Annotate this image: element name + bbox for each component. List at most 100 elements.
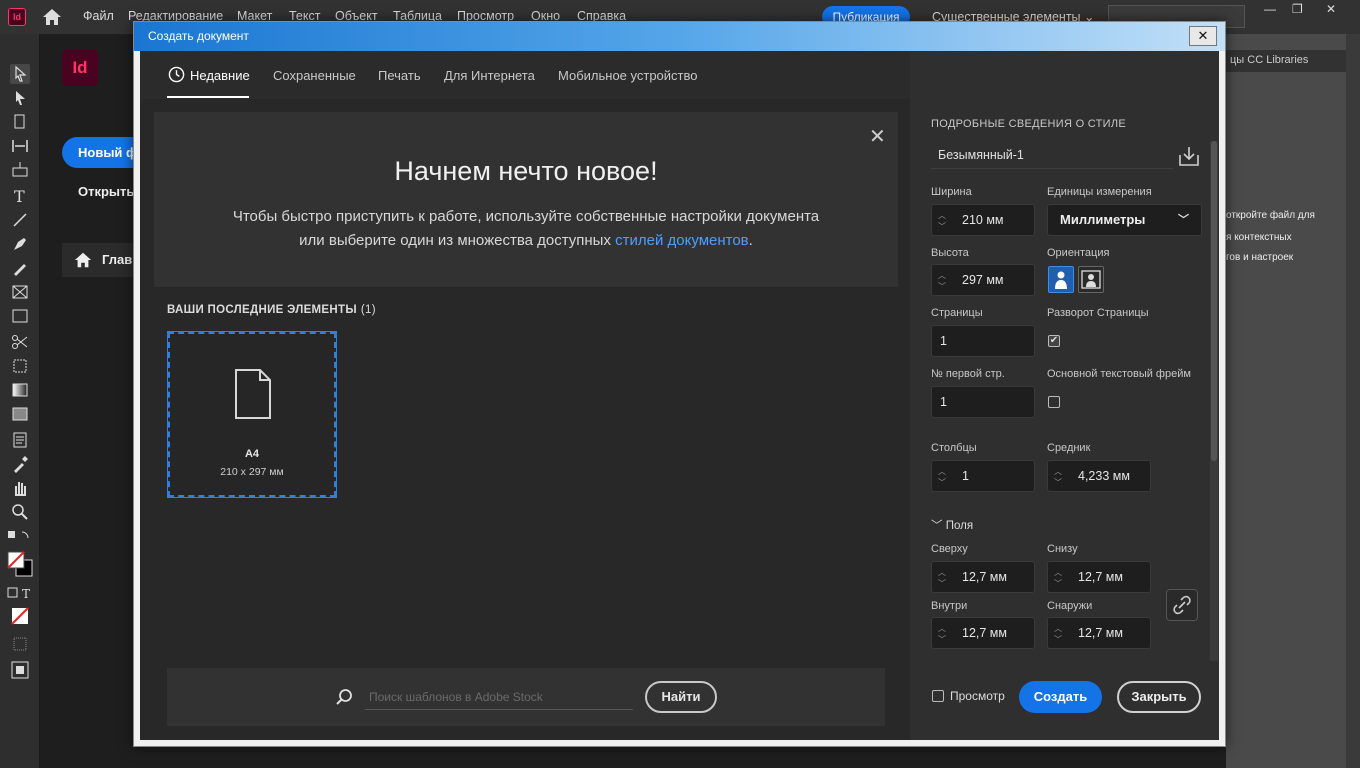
panel-tabs-label: цы CC Libraries (1230, 54, 1309, 66)
new-file-button[interactable]: Новый ф (62, 137, 142, 168)
start-page-field[interactable]: 1 (931, 386, 1035, 418)
svg-text:T: T (22, 587, 30, 601)
tab-web[interactable]: Для Интернета (444, 68, 535, 83)
stock-search-input[interactable] (365, 684, 633, 710)
landscape-orientation-button[interactable] (1078, 266, 1104, 293)
margin-outside-field[interactable]: ︿ ﹀ 12,7 мм (1047, 617, 1151, 649)
rectangle-tool-icon[interactable] (10, 306, 30, 326)
margin-inside-field[interactable]: ︿ ﹀ 12,7 мм (931, 617, 1035, 649)
facing-pages-checkbox[interactable]: ✔ (1048, 335, 1060, 347)
gap-tool-icon[interactable] (10, 136, 30, 156)
spin-arrows-icon[interactable]: ︿ ﹀ (937, 270, 947, 292)
units-select[interactable]: Миллиметры ﹀ (1047, 204, 1202, 236)
preview-mode-icon[interactable] (10, 660, 30, 680)
app-logo-small: Id (8, 8, 26, 26)
content-collector-icon[interactable] (10, 160, 30, 180)
height-field[interactable]: ︿ ﹀ 297 мм (931, 264, 1035, 296)
dialog-close-button[interactable]: ✕ (1189, 26, 1217, 46)
pages-field[interactable]: 1 (931, 325, 1035, 357)
screen-mode-icon[interactable] (10, 634, 30, 654)
document-presets-link[interactable]: стилей документов (615, 232, 749, 249)
spin-arrows-icon[interactable]: ︿ ﹀ (937, 567, 947, 589)
note-tool-icon[interactable] (10, 430, 30, 450)
free-transform-tool-icon[interactable] (10, 356, 30, 376)
maximize-button[interactable]: ❐ (1292, 2, 1303, 16)
formatting-container-icon[interactable]: T (7, 584, 33, 604)
gutter-field[interactable]: ︿ ﹀ 4,233 мм (1047, 460, 1151, 492)
banner-title: Начнем нечто новое! (394, 156, 658, 186)
home-nav-item[interactable]: Главн (62, 243, 136, 277)
pages-value: 1 (940, 334, 947, 348)
recent-preset-card[interactable]: A4 210 x 297 мм (167, 331, 337, 498)
indesign-logo: Id (62, 50, 98, 86)
margin-top-field[interactable]: ︿ ﹀ 12,7 мм (931, 561, 1035, 593)
tab-mobile[interactable]: Мобильное устройство (558, 68, 698, 83)
preview-checkbox[interactable] (932, 690, 944, 702)
tab-recent[interactable]: Недавние (190, 68, 250, 83)
tab-saved[interactable]: Сохраненные (273, 68, 356, 83)
close-window-button[interactable]: ✕ (1326, 2, 1336, 16)
line-tool-icon[interactable] (10, 210, 30, 230)
panel-scrollbar[interactable] (1346, 34, 1360, 768)
default-swap-colors-icon[interactable] (6, 528, 30, 548)
banner-close-icon[interactable]: ✕ (869, 124, 886, 149)
minimize-button[interactable]: — (1264, 2, 1276, 16)
direct-selection-tool-icon[interactable] (10, 88, 30, 108)
rectangle-frame-tool-icon[interactable] (10, 282, 30, 302)
margin-outside-label: Снаружи (1047, 600, 1093, 612)
spin-arrows-icon[interactable]: ︿ ﹀ (1053, 466, 1063, 488)
spin-arrows-icon[interactable]: ︿ ﹀ (1053, 567, 1063, 589)
panel-tabs[interactable]: цы CC Libraries (1226, 50, 1346, 72)
spin-arrows-icon[interactable]: ︿ ﹀ (937, 210, 947, 232)
scrollbar-thumb[interactable] (1211, 141, 1217, 461)
home-icon[interactable] (42, 7, 62, 27)
pencil-tool-icon[interactable] (10, 258, 30, 278)
preset-tabs: Недавние Сохраненные Печать Для Интернет… (140, 51, 910, 99)
spin-arrows-icon[interactable]: ︿ ﹀ (937, 466, 947, 488)
selection-tool-icon[interactable] (10, 64, 30, 84)
dialog-title: Создать документ (148, 29, 249, 43)
search-icon (336, 689, 352, 705)
primary-text-frame-checkbox[interactable] (1048, 396, 1060, 408)
preset-name: A4 (244, 448, 260, 460)
eyedropper-tool-icon[interactable] (10, 454, 30, 474)
dialog-titlebar[interactable]: Создать документ ✕ (134, 22, 1225, 51)
start-page-label: № первой стр. (931, 368, 1005, 380)
margin-bottom-field[interactable]: ︿ ﹀ 12,7 мм (1047, 561, 1151, 593)
open-button[interactable]: Открыть (78, 184, 134, 199)
width-field[interactable]: ︿ ﹀ 210 мм (931, 204, 1035, 236)
menu-file[interactable]: Файл (83, 9, 114, 23)
spin-arrows-icon[interactable]: ︿ ﹀ (1053, 623, 1063, 645)
link-icon (1173, 595, 1191, 615)
hand-tool-icon[interactable] (10, 478, 30, 498)
scissors-tool-icon[interactable] (10, 332, 30, 352)
columns-label: Столбцы (931, 442, 977, 454)
gradient-swatch-tool-icon[interactable] (10, 380, 30, 400)
margin-inside-value: 12,7 мм (962, 626, 1007, 640)
margin-top-value: 12,7 мм (962, 570, 1007, 584)
columns-field[interactable]: ︿ ﹀ 1 (931, 460, 1035, 492)
pages-label: Страницы (931, 307, 983, 319)
type-tool-icon[interactable]: T (10, 186, 30, 206)
link-margins-button[interactable] (1166, 589, 1198, 621)
gradient-feather-tool-icon[interactable] (10, 404, 30, 424)
create-button[interactable]: Создать (1019, 681, 1102, 713)
margin-outside-value: 12,7 мм (1078, 626, 1123, 640)
spin-arrows-icon[interactable]: ︿ ﹀ (937, 623, 947, 645)
portrait-icon (1055, 271, 1067, 289)
banner-text: Чтобы быстро приступить к работе, исполь… (224, 205, 828, 253)
pen-tool-icon[interactable] (10, 234, 30, 254)
find-button[interactable]: Найти (645, 681, 717, 713)
fill-stroke-icon[interactable] (6, 550, 34, 578)
zoom-tool-icon[interactable] (10, 502, 30, 522)
portrait-orientation-button[interactable] (1048, 266, 1074, 293)
apply-none-icon[interactable] (10, 606, 30, 626)
recent-items-heading: ВАШИ ПОСЛЕДНИЕ ЭЛЕМЕНТЫ (1) (167, 304, 376, 316)
close-button[interactable]: Закрыть (1117, 681, 1201, 713)
margins-section-toggle[interactable]: ﹀ Поля (931, 517, 973, 533)
tab-print[interactable]: Печать (378, 68, 421, 83)
preset-name-field[interactable]: Безымянный-1 (931, 141, 1173, 169)
save-preset-icon[interactable] (1178, 145, 1200, 167)
page-tool-icon[interactable] (10, 112, 30, 132)
details-scrollbar[interactable] (1210, 141, 1218, 661)
